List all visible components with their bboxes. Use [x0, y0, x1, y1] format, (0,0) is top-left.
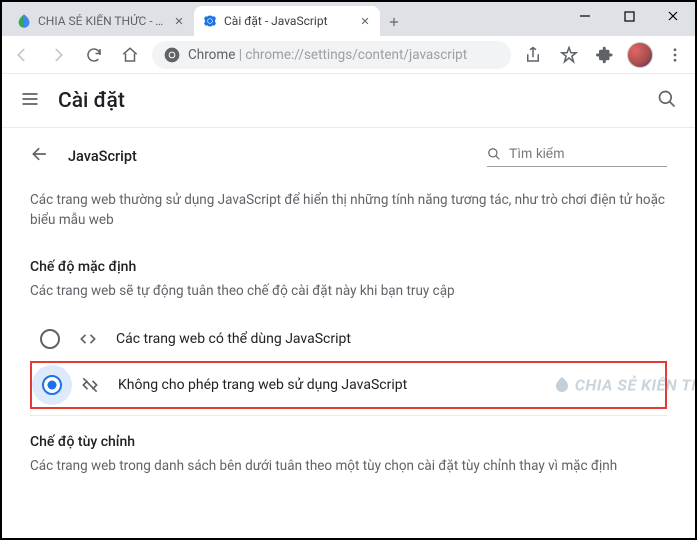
nav-forward-button	[44, 41, 72, 69]
gear-icon	[202, 13, 218, 29]
bookmark-button[interactable]	[555, 41, 583, 69]
radio-button[interactable]	[42, 375, 62, 395]
reload-button[interactable]	[80, 41, 108, 69]
browser-tab-1[interactable]: Cài đặt - JavaScript	[194, 6, 380, 36]
address-bar: Chrome | chrome://settings/content/javas…	[2, 36, 695, 74]
search-field[interactable]	[487, 146, 667, 167]
home-button[interactable]	[116, 41, 144, 69]
radio-label: Các trang web có thể dùng JavaScript	[116, 331, 351, 347]
share-button[interactable]	[519, 41, 547, 69]
page-title: Cài đặt	[58, 89, 657, 113]
extensions-button[interactable]	[591, 41, 619, 69]
radio-option-allow[interactable]: Các trang web có thể dùng JavaScript	[30, 317, 667, 361]
chrome-icon	[164, 47, 180, 63]
section-title: JavaScript	[68, 148, 469, 165]
extensions-area	[519, 41, 689, 69]
close-icon[interactable]	[172, 14, 186, 28]
close-window-button[interactable]	[651, 2, 695, 30]
watermark-text: CHIA SẺ KIẾN THỨC	[553, 375, 695, 394]
custom-behavior-title: Chế độ tùy chỉnh	[30, 434, 667, 450]
window-controls	[563, 2, 695, 36]
settings-header: Cài đặt	[2, 74, 695, 128]
tab-strip: CHIA SẺ KIẾN THỨC - Trang Cài đặt - Java…	[2, 2, 563, 36]
section-header: JavaScript	[30, 144, 667, 168]
search-input[interactable]	[509, 146, 667, 161]
radio-option-block[interactable]: Không cho phép trang web sử dụng JavaScr…	[30, 361, 667, 409]
menu-icon[interactable]	[20, 89, 40, 113]
close-icon[interactable]	[358, 14, 372, 28]
minimize-button[interactable]	[563, 2, 607, 30]
maximize-button[interactable]	[607, 2, 651, 30]
tab-label: Cài đặt - JavaScript	[224, 14, 352, 28]
default-behavior-title: Chế độ mặc định	[30, 259, 667, 275]
default-behavior-description: Các trang web sẽ tự động tuân theo chế đ…	[30, 283, 667, 299]
profile-avatar[interactable]	[627, 42, 653, 68]
menu-button[interactable]	[661, 41, 689, 69]
radio-label: Không cho phép trang web sử dụng JavaScr…	[118, 377, 407, 393]
search-icon	[487, 146, 501, 162]
omnibox[interactable]: Chrome | chrome://settings/content/javas…	[152, 41, 511, 69]
url-text: Chrome | chrome://settings/content/javas…	[188, 47, 467, 63]
new-tab-button[interactable]	[380, 8, 408, 36]
nav-back-button	[8, 41, 36, 69]
custom-behavior-description: Các trang web trong danh sách bên dưới t…	[30, 458, 667, 474]
radio-button[interactable]	[40, 329, 60, 349]
tab-label: CHIA SẺ KIẾN THỨC - Trang	[38, 14, 166, 28]
browser-tab-0[interactable]: CHIA SẺ KIẾN THỨC - Trang	[8, 6, 194, 36]
leaf-icon	[16, 13, 32, 29]
header-search-button[interactable]	[657, 89, 677, 113]
code-icon	[78, 329, 98, 349]
code-off-icon	[80, 375, 100, 395]
window-titlebar: CHIA SẺ KIẾN THỨC - Trang Cài đặt - Java…	[2, 2, 695, 36]
divider	[30, 415, 667, 416]
section-description: Các trang web thường sử dụng JavaScript …	[30, 190, 667, 231]
back-button[interactable]	[30, 144, 50, 168]
settings-content: JavaScript Các trang web thường sử dụng …	[2, 128, 695, 538]
